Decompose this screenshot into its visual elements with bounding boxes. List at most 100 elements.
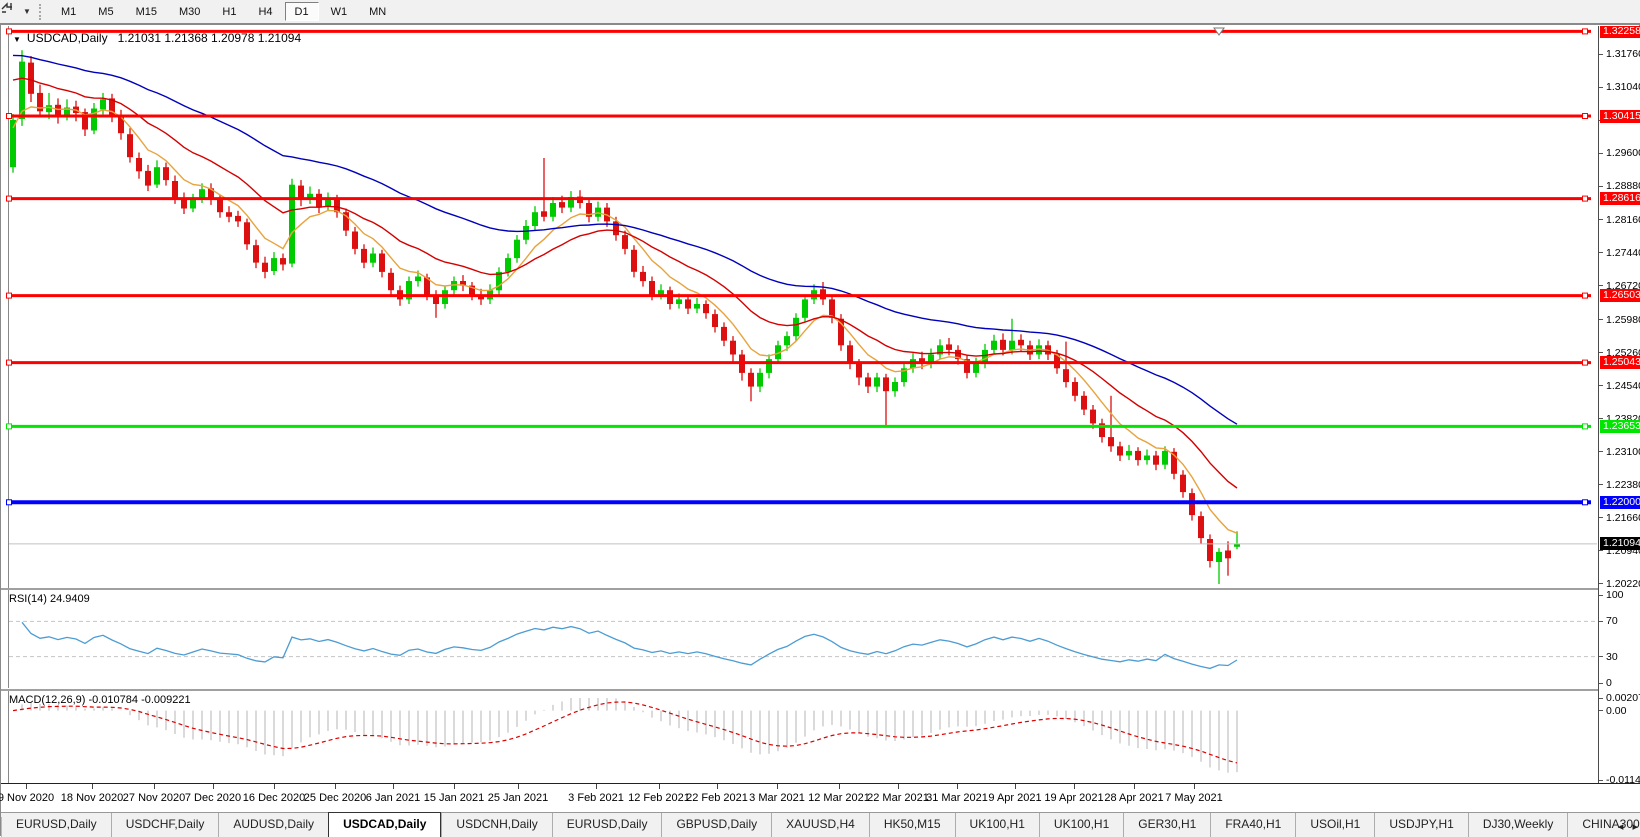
chart-cursor-icon[interactable]	[1, 2, 21, 21]
timeframe-button-m30[interactable]: M30	[169, 2, 210, 21]
tab-scroll-arrows: ◂ ▸	[1612, 820, 1638, 833]
rsi-pane[interactable]: RSI(14) 24.9409	[1, 590, 1598, 688]
date-tick	[957, 784, 958, 789]
timeframe-button-m1[interactable]: M1	[51, 2, 86, 21]
price-tick-label: 1.28160	[1606, 214, 1640, 226]
price-tick	[1599, 54, 1603, 55]
date-tick	[1074, 784, 1075, 789]
tab-usoil-h1[interactable]: USOil,H1	[1295, 813, 1374, 837]
price-tick	[1599, 517, 1603, 518]
price-tick-label: 1.22380	[1606, 479, 1640, 491]
timeframe-button-h4[interactable]: H4	[248, 2, 282, 21]
price-level-badge: 1.30415	[1600, 110, 1640, 123]
price-axis[interactable]: 1.317601.310401.303201.296001.288801.281…	[1598, 26, 1640, 783]
main-chart-pane[interactable]: ▼ USDCAD,Daily 1.21031 1.21368 1.20978 1.2…	[1, 26, 1598, 588]
price-tick	[1599, 186, 1603, 187]
price-tick-label: 1.31760	[1606, 48, 1640, 60]
macd-tick	[1599, 698, 1603, 699]
date-tick-label: 22 Mar 2021	[867, 792, 929, 804]
date-tick	[274, 784, 275, 789]
chart-ohlc-values: 1.21031 1.21368 1.20978 1.21094	[117, 31, 302, 45]
date-axis[interactable]: 9 Nov 2020 18 Nov 2020 27 Nov 2020 7 Dec 20…	[0, 783, 1640, 812]
tab-fra40-h1[interactable]: FRA40,H1	[1210, 813, 1295, 837]
date-tick	[1015, 784, 1016, 789]
date-tick	[335, 784, 336, 789]
date-tick	[596, 784, 597, 789]
price-level-badge: 1.26503	[1600, 289, 1640, 302]
main-chart-canvas[interactable]	[1, 26, 1598, 588]
rsi-canvas[interactable]	[1, 590, 1598, 688]
chart-title: ▼ USDCAD,Daily 1.21031 1.21368 1.20978 1.2…	[13, 31, 301, 45]
timeframe-button-m15[interactable]: M15	[126, 2, 167, 21]
chart-symbol-label: USDCAD,Daily	[26, 31, 108, 45]
price-tick-label: 1.23100	[1606, 446, 1640, 458]
tab-dj30-weekly[interactable]: DJ30,Weekly	[1467, 813, 1567, 837]
price-tick-label: 1.21660	[1606, 512, 1640, 524]
rsi-label: RSI(14) 24.9409	[9, 593, 90, 605]
rsi-tick	[1599, 595, 1603, 596]
price-tick	[1599, 484, 1603, 485]
tab-xauusd-h4[interactable]: XAUUSD,H4	[771, 813, 869, 837]
price-tick-label: 1.25980	[1606, 314, 1640, 326]
tabs-scroll-left-icon[interactable]: ◂	[1618, 821, 1624, 833]
date-tick-label: 16 Dec 2020	[242, 792, 306, 804]
price-tick	[1599, 352, 1603, 353]
price-tick	[1599, 418, 1603, 419]
date-tick-label: 22 Feb 2021	[686, 792, 748, 804]
dropdown-caret-icon[interactable]: ▼	[21, 7, 33, 16]
timeframe-button-h1[interactable]: H1	[212, 2, 246, 21]
tab-usdcad-daily[interactable]: USDCAD,Daily	[328, 812, 442, 837]
date-tick	[393, 784, 394, 789]
price-tick-label: 1.31040	[1606, 81, 1640, 93]
rsi-tick-label: 30	[1606, 651, 1618, 663]
tab-hk50-m15[interactable]: HK50,M15	[868, 813, 955, 837]
date-tick	[898, 784, 899, 789]
date-tick	[518, 784, 519, 789]
timeframe-button-w1[interactable]: W1	[321, 2, 358, 21]
tab-gbpusd-daily[interactable]: GBPUSD,Daily	[661, 813, 771, 837]
tab-eurusd-daily[interactable]: EURUSD,Daily	[551, 813, 662, 837]
price-tick	[1599, 153, 1603, 154]
timeframe-button-m5[interactable]: M5	[88, 2, 123, 21]
tab-usdchf-daily[interactable]: USDCHF,Daily	[110, 813, 219, 837]
date-tick	[213, 784, 214, 789]
date-tick	[717, 784, 718, 789]
tab-usdcnh-daily[interactable]: USDCNH,Daily	[441, 813, 551, 837]
chart-tabs: EURUSD,Daily USDCHF,Daily AUDUSD,Daily USDC…	[2, 812, 1640, 837]
date-tick-label: 15 Jan 2021	[423, 792, 485, 804]
collapse-arrow-icon[interactable]: ▼	[13, 35, 21, 44]
tab-uk100-h1[interactable]: UK100,H1	[1038, 813, 1123, 837]
macd-pane[interactable]: MACD(12,26,9) -0.010784 -0.009221	[1, 691, 1598, 783]
tab-eurusd-daily[interactable]: EURUSD,Daily	[2, 813, 111, 837]
price-level-badge: 1.32258	[1600, 26, 1640, 38]
tabs-scroll-right-icon[interactable]: ▸	[1632, 821, 1638, 833]
timeframe-button-mn[interactable]: MN	[359, 2, 396, 21]
date-tick	[1194, 784, 1195, 789]
macd-tick-label: 0.002074	[1606, 692, 1640, 704]
price-tick	[1599, 219, 1603, 220]
chart-window: ▼ USDCAD,Daily 1.21031 1.21368 1.20978 1.2…	[0, 24, 1640, 837]
current-price-badge: 1.21094	[1600, 537, 1640, 550]
price-level-badge: 1.23653	[1600, 420, 1640, 433]
top-toolbar: ▼ M1 M5 M15 M30 H1 H4 D1 W1 MN	[0, 0, 1640, 24]
price-tick-label: 1.29600	[1606, 147, 1640, 159]
macd-tick	[1599, 780, 1603, 781]
date-tick	[26, 784, 27, 789]
date-tick-label: 3 Feb 2021	[568, 792, 624, 804]
date-tick-label: 31 Mar 2021	[926, 792, 988, 804]
tab-uk100-h1[interactable]: UK100,H1	[954, 813, 1039, 837]
date-tick-label: 28 Apr 2021	[1104, 792, 1164, 804]
chart-tab-bar: EURUSD,Daily USDCHF,Daily AUDUSD,Daily USDC…	[1, 812, 1640, 837]
price-tick	[1599, 451, 1603, 452]
date-tick-label: 9 Apr 2021	[988, 792, 1042, 804]
rsi-tick-label: 0	[1606, 677, 1612, 689]
tab-audusd-daily[interactable]: AUDUSD,Daily	[218, 813, 328, 837]
timeframe-button-d1[interactable]: D1	[284, 2, 319, 21]
tab-usdjpy-h1[interactable]: USDJPY,H1	[1374, 813, 1467, 837]
date-tick-label: 25 Jan 2021	[487, 792, 549, 804]
price-tick-label: 1.27440	[1606, 247, 1640, 259]
macd-canvas[interactable]	[1, 691, 1598, 783]
tab-ger30-h1[interactable]: GER30,H1	[1123, 813, 1210, 837]
date-tick-label: 7 Dec 2020	[184, 792, 242, 804]
toolbar-grip	[39, 3, 42, 20]
